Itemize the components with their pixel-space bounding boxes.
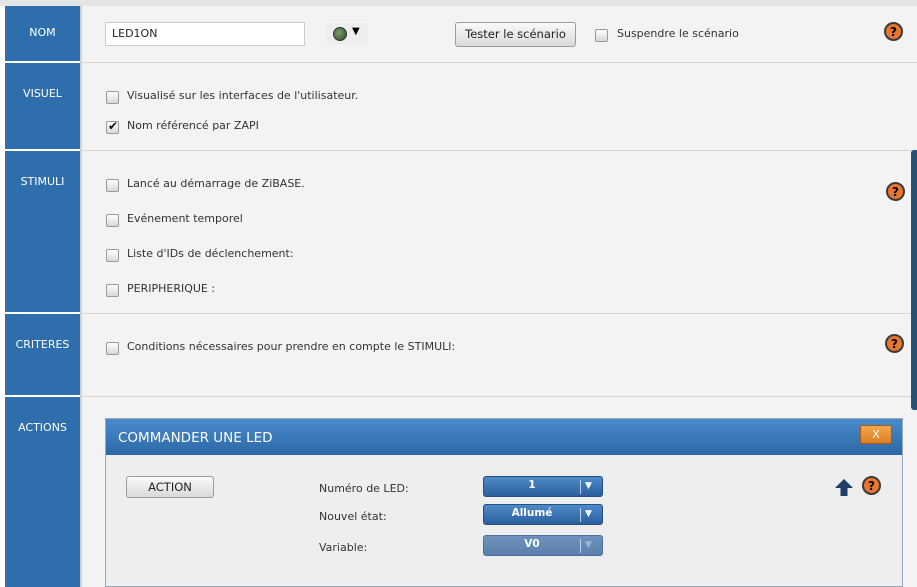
suspend-scenario-label: Suspendre le scénario <box>617 27 739 40</box>
new-state-dropdown[interactable]: Allumé ▼ <box>483 504 603 525</box>
dropdown-separator <box>580 539 581 553</box>
help-icon[interactable]: ? <box>886 182 905 201</box>
panel-header: COMMANDER UNE LED X <box>106 419 902 455</box>
led-number-dropdown[interactable]: 1 ▼ <box>483 476 603 497</box>
sidebar-divider <box>5 312 80 314</box>
sidebar-divider <box>5 395 80 397</box>
startup-trigger-checkbox[interactable] <box>106 179 119 192</box>
help-icon[interactable]: ? <box>885 334 904 353</box>
visible-on-interfaces-label: Visualisé sur les interfaces de l'utilis… <box>127 89 359 102</box>
criteres-section <box>82 314 917 397</box>
variable-value: V0 <box>524 538 540 550</box>
globe-icon <box>333 27 347 41</box>
new-state-label: Nouvel état: <box>319 510 387 523</box>
sidebar-divider <box>5 149 80 151</box>
sidebar: NOM VISUEL STIMULI CRITERES ACTIONS <box>5 6 83 587</box>
peripheral-checkbox[interactable] <box>106 284 119 297</box>
scenario-name-input[interactable]: LED1ON <box>105 22 305 46</box>
peripheral-label: PERIPHERIQUE : <box>127 282 216 295</box>
trigger-ids-label: Liste d'IDs de déclenchement: <box>127 247 294 260</box>
zapi-reference-checkbox[interactable]: ✔ <box>106 119 119 134</box>
sidebar-label-visuel: VISUEL <box>23 87 62 100</box>
command-led-panel: COMMANDER UNE LED X <box>105 418 903 587</box>
chevron-down-icon: ▼ <box>585 509 592 519</box>
action-button[interactable]: ACTION <box>126 476 214 498</box>
sidebar-divider <box>5 61 80 63</box>
dropdown-separator <box>580 508 581 522</box>
dropdown-separator <box>580 480 581 494</box>
chevron-down-icon: ▼ <box>585 481 592 491</box>
chevron-down-icon: ▼ <box>585 540 592 550</box>
led-number-label: Numéro de LED: <box>319 482 409 495</box>
sidebar-shadow <box>80 6 83 587</box>
zapi-reference-label: Nom référencé par ZAPI <box>127 119 259 132</box>
sidebar-label-stimuli: STIMULI <box>20 175 65 188</box>
caret-down-icon: ▼ <box>352 26 360 37</box>
variable-dropdown[interactable]: V0 ▼ <box>483 535 603 556</box>
led-number-value: 1 <box>528 479 536 491</box>
checkmark-icon: ✔ <box>108 119 119 133</box>
suspend-scenario-checkbox[interactable] <box>595 29 608 42</box>
sidebar-label-nom: NOM <box>29 26 56 39</box>
help-icon[interactable]: ? <box>884 22 903 41</box>
conditions-checkbox[interactable] <box>106 342 119 355</box>
test-scenario-button[interactable]: Tester le scénario <box>455 22 576 47</box>
sidebar-label-criteres: CRITERES <box>15 338 70 351</box>
move-up-arrow-icon[interactable] <box>834 478 854 498</box>
visible-on-interfaces-checkbox[interactable] <box>106 91 119 104</box>
side-scroll-edge <box>911 150 917 410</box>
timed-event-checkbox[interactable] <box>106 214 119 227</box>
conditions-label: Conditions nécessaires pour prendre en c… <box>127 340 456 353</box>
trigger-ids-checkbox[interactable] <box>106 249 119 262</box>
new-state-value: Allumé <box>511 507 553 519</box>
visuel-section <box>82 63 917 151</box>
close-button[interactable]: X <box>860 425 892 444</box>
icon-selector[interactable]: ▼ <box>326 23 368 45</box>
sidebar-label-actions: ACTIONS <box>18 421 67 434</box>
help-icon[interactable]: ? <box>862 476 881 495</box>
startup-trigger-label: Lancé au démarrage de ZiBASE. <box>127 177 305 190</box>
timed-event-label: Evénement temporel <box>127 212 243 225</box>
panel-title: COMMANDER UNE LED <box>118 430 273 446</box>
variable-label: Variable: <box>319 541 368 554</box>
